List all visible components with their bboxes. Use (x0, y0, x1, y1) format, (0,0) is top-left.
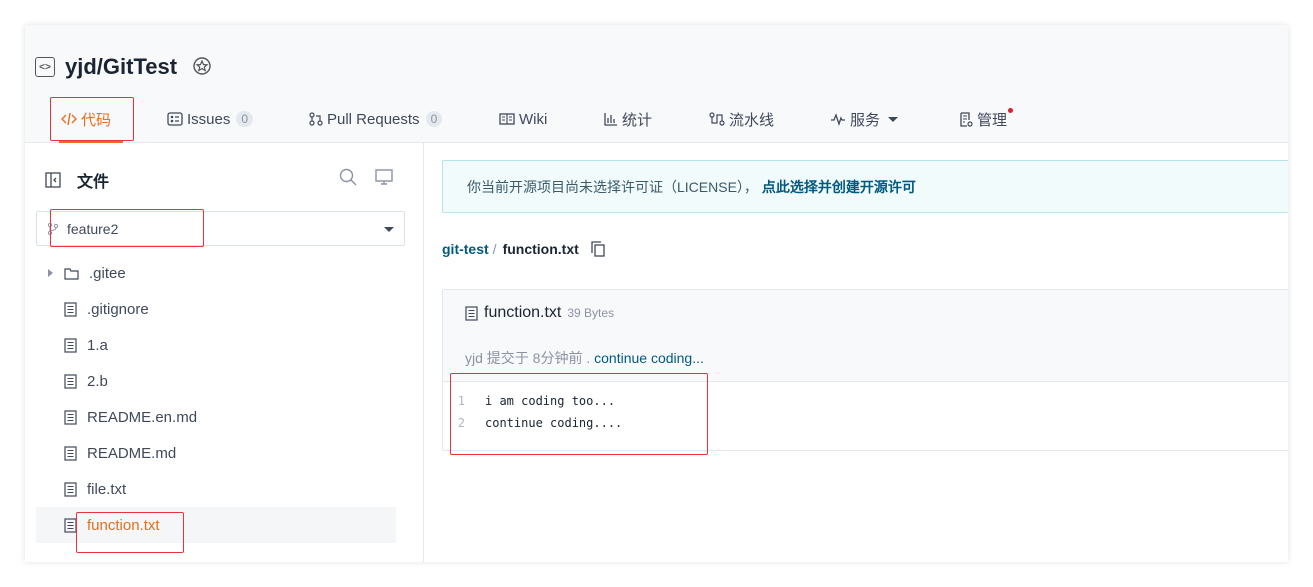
file-icon (64, 409, 77, 425)
tab-wiki-label: Wiki (519, 110, 548, 128)
tab-pipeline[interactable]: 流水线 (709, 95, 774, 143)
settings-doc-icon (960, 111, 973, 127)
tree-item-label: .gitignore (87, 300, 149, 318)
tab-pull-requests-label: Pull Requests (327, 110, 420, 128)
tree-item-label: README.md (87, 444, 177, 462)
tree-item-label: file.txt (87, 480, 127, 498)
code-repo-icon: <> (35, 57, 55, 77)
notification-dot (1008, 108, 1014, 113)
search-icon[interactable] (339, 168, 357, 186)
tab-services-label: 服务 (850, 111, 881, 129)
sidebar-tools (339, 168, 393, 186)
commit-message-link[interactable]: continue coding... (594, 350, 704, 366)
tab-pipeline-label: 流水线 (729, 111, 775, 129)
file-icon (465, 305, 478, 321)
tree-item-label: 1.a (87, 336, 108, 354)
tab-pull-requests[interactable]: Pull Requests 0 (309, 95, 443, 143)
file-icon (64, 517, 77, 533)
tree-file-readme-en[interactable]: README.en.md (36, 399, 396, 435)
file-tree: .gitee .gitignore 1.a 2.b README.en.md R… (36, 255, 396, 543)
tab-manage[interactable]: 管理 (959, 95, 1014, 143)
tree-file-2b[interactable]: 2.b (36, 363, 396, 399)
issues-icon (167, 112, 183, 126)
pull-request-icon (309, 112, 323, 126)
code-view: 1 i am coding too... 2 continue coding..… (443, 390, 623, 434)
license-notice: 你当前开源项目尚未选择许可证（LICENSE）， 点此选择并创建开源许可 (442, 160, 1288, 213)
pipeline-icon (709, 112, 725, 126)
award-badge-icon[interactable] (191, 56, 213, 78)
file-icon (64, 445, 77, 461)
file-icon (64, 373, 77, 389)
file-content-box: function.txt 39 Bytes yjd 提交于 8分钟前 . con… (442, 289, 1288, 451)
tab-code[interactable]: 代码 (58, 95, 124, 143)
repo-title: <> yjd/GitTest (35, 52, 213, 82)
file-name: function.txt (484, 304, 562, 321)
expand-arrow-icon[interactable] (48, 269, 53, 277)
issues-count-badge: 0 (236, 111, 254, 127)
file-view: 你当前开源项目尚未选择许可证（LICENSE）， 点此选择并创建开源许可 git… (425, 143, 1288, 562)
pulse-icon (831, 113, 845, 126)
bar-chart-icon (604, 113, 617, 126)
tree-file-function-txt[interactable]: function.txt (36, 507, 396, 543)
tree-file-file-txt[interactable]: file.txt (36, 471, 396, 507)
repo-page: <> yjd/GitTest 代码 Issues 0 Pull Requests… (25, 25, 1288, 562)
line-content: continue coding.... (485, 416, 623, 430)
file-header: function.txt 39 Bytes yjd 提交于 8分钟前 . con… (443, 290, 1288, 382)
sidebar-title: 文件 (77, 174, 110, 191)
branch-name: feature2 (67, 220, 119, 237)
file-icon (64, 301, 77, 317)
code-icon (61, 112, 77, 126)
breadcrumb-separator: / (492, 241, 497, 257)
branch-select[interactable]: feature2 (36, 211, 405, 246)
line-number[interactable]: 2 (443, 416, 485, 430)
file-icon (64, 481, 77, 497)
tab-issues[interactable]: Issues 0 (167, 95, 254, 143)
tab-stats-label: 统计 (622, 111, 653, 129)
tree-item-label: function.txt (87, 516, 160, 534)
license-notice-text: 你当前开源项目尚未选择许可证（LICENSE）， (467, 178, 758, 195)
code-line: 2 continue coding.... (443, 412, 623, 434)
tab-services[interactable]: 服务 (830, 95, 899, 143)
file-icon (64, 337, 77, 353)
file-title: function.txt 39 Bytes (465, 304, 614, 322)
tree-folder-gitee[interactable]: .gitee (36, 255, 396, 291)
repo-name[interactable]: yjd/GitTest (65, 54, 177, 80)
copy-icon[interactable] (591, 241, 605, 257)
tree-item-label: README.en.md (87, 408, 198, 426)
line-number[interactable]: 1 (443, 394, 485, 408)
pull-requests-count-badge: 0 (425, 111, 443, 127)
license-create-link[interactable]: 点此选择并创建开源许可 (762, 177, 916, 197)
repo-header: <> yjd/GitTest 代码 Issues 0 Pull Requests… (25, 25, 1288, 143)
chevron-down-icon (384, 227, 394, 232)
tab-code-label: 代码 (81, 111, 112, 129)
tree-file-gitignore[interactable]: .gitignore (36, 291, 396, 327)
tab-wiki[interactable]: Wiki (499, 95, 547, 143)
tab-stats[interactable]: 统计 (604, 95, 652, 143)
collapse-sidebar-icon[interactable] (45, 172, 61, 188)
tab-manage-label: 管理 (977, 111, 1008, 129)
file-sidebar: 文件 feature2 .gitee .gitignore 1.a 2.b RE… (25, 143, 424, 562)
branch-icon (47, 222, 59, 235)
tree-file-1a[interactable]: 1.a (36, 327, 396, 363)
tree-file-readme[interactable]: README.md (36, 435, 396, 471)
wiki-book-icon (499, 113, 515, 125)
tree-item-label: .gitee (89, 264, 126, 282)
desktop-icon[interactable] (375, 168, 393, 186)
line-content: i am coding too... (485, 394, 616, 408)
breadcrumb: git-test / function.txt (442, 241, 605, 257)
file-size: 39 Bytes (567, 306, 615, 320)
code-line: 1 i am coding too... (443, 390, 622, 412)
chevron-down-icon (888, 116, 899, 122)
breadcrumb-file: function.txt (502, 241, 579, 257)
last-commit: yjd 提交于 8分钟前 . continue coding... (465, 348, 704, 368)
breadcrumb-repo-link[interactable]: git-test (442, 241, 489, 257)
folder-icon (64, 267, 79, 280)
commit-meta: yjd 提交于 8分钟前 . (465, 350, 591, 366)
tree-item-label: 2.b (87, 372, 108, 390)
sidebar-header: 文件 (45, 168, 109, 192)
tab-issues-label: Issues (187, 110, 231, 128)
